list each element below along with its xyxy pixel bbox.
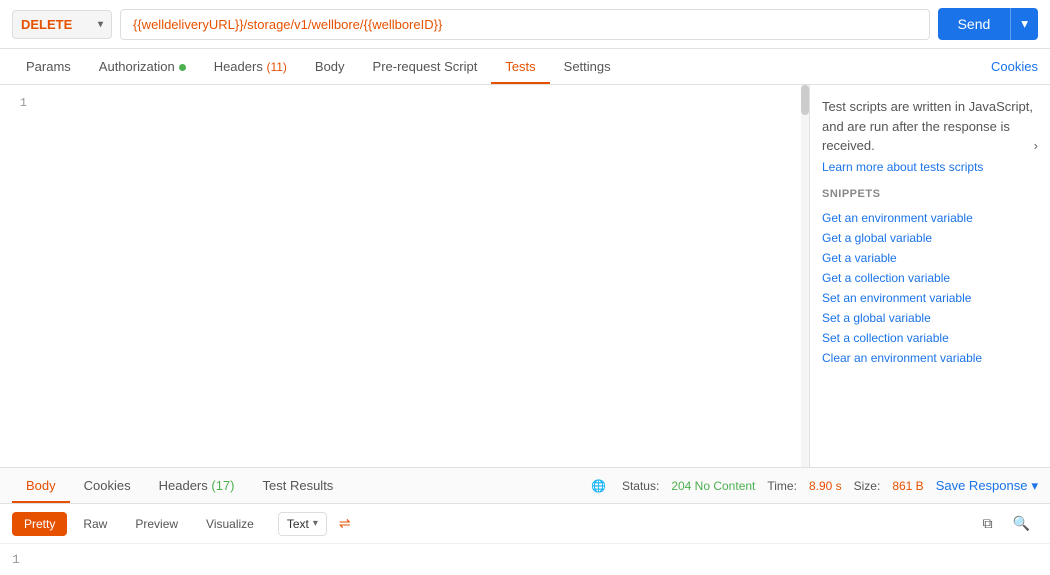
response-tab-headers[interactable]: Headers (17) bbox=[145, 468, 249, 503]
editor-line-numbers: 1 bbox=[0, 85, 35, 121]
format-raw-button[interactable]: Raw bbox=[71, 512, 119, 536]
save-response-button[interactable]: Save Response ▾ bbox=[936, 478, 1038, 494]
method-label: DELETE bbox=[21, 17, 72, 32]
time-label: Time: bbox=[767, 479, 797, 493]
snippet-clear-env-var[interactable]: Clear an environment variable bbox=[822, 348, 1038, 368]
snippet-set-env-var[interactable]: Set an environment variable bbox=[822, 288, 1038, 308]
editor-scrollbar-thumb bbox=[801, 85, 809, 115]
time-value: 8.90 s bbox=[809, 479, 842, 493]
test-editor[interactable]: 1 bbox=[0, 85, 810, 467]
main-content: 1 Test scripts are written in JavaScript… bbox=[0, 85, 1050, 467]
save-response-chevron-icon: ▾ bbox=[1031, 478, 1038, 494]
tab-body[interactable]: Body bbox=[301, 49, 359, 84]
snippet-set-collection-var[interactable]: Set a collection variable bbox=[822, 328, 1038, 348]
snippet-get-collection-var[interactable]: Get a collection variable bbox=[822, 268, 1038, 288]
wrap-lines-button[interactable]: ⇌ bbox=[331, 510, 359, 537]
status-label: Status: bbox=[622, 479, 659, 493]
format-preview-button[interactable]: Preview bbox=[123, 512, 190, 536]
response-line-number-1: 1 bbox=[12, 552, 24, 567]
response-tab-test-results[interactable]: Test Results bbox=[249, 468, 348, 503]
response-body-area: 1 bbox=[0, 544, 1050, 575]
snippets-learn-more-link[interactable]: Learn more about tests scripts bbox=[822, 160, 1038, 174]
snippet-get-global-var[interactable]: Get a global variable bbox=[822, 228, 1038, 248]
snippets-panel: Test scripts are written in JavaScript, … bbox=[810, 85, 1050, 467]
snippets-expand-icon[interactable]: › bbox=[1034, 136, 1038, 156]
send-button[interactable]: Send bbox=[938, 8, 1011, 40]
tab-tests[interactable]: Tests bbox=[491, 49, 549, 84]
cookies-link[interactable]: Cookies bbox=[991, 49, 1038, 84]
request-tabs: Params Authorization Headers (11) Body P… bbox=[0, 49, 1050, 85]
top-bar: DELETE ▾ Send ▾ bbox=[0, 0, 1050, 49]
snippet-get-variable[interactable]: Get a variable bbox=[822, 248, 1038, 268]
size-label: Size: bbox=[854, 479, 881, 493]
copy-response-button[interactable]: ⧉ bbox=[975, 510, 1001, 537]
tab-headers[interactable]: Headers (11) bbox=[200, 49, 301, 84]
method-chevron-icon: ▾ bbox=[98, 19, 103, 30]
authorization-dot bbox=[179, 64, 186, 71]
format-select-chevron-icon: ▾ bbox=[313, 518, 318, 529]
send-dropdown-button[interactable]: ▾ bbox=[1010, 8, 1038, 40]
method-selector[interactable]: DELETE ▾ bbox=[12, 10, 112, 39]
line-number-1: 1 bbox=[0, 93, 35, 113]
response-tab-body[interactable]: Body bbox=[12, 468, 70, 503]
editor-scrollbar[interactable] bbox=[801, 85, 809, 467]
tab-authorization[interactable]: Authorization bbox=[85, 49, 200, 84]
size-value: 861 B bbox=[892, 479, 923, 493]
tab-pre-request-script[interactable]: Pre-request Script bbox=[359, 49, 492, 84]
snippets-description: Test scripts are written in JavaScript, … bbox=[822, 97, 1038, 156]
format-toolbar: Pretty Raw Preview Visualize Text ▾ ⇌ ⧉ … bbox=[0, 504, 1050, 544]
url-input[interactable] bbox=[120, 9, 930, 40]
response-tab-cookies[interactable]: Cookies bbox=[70, 468, 145, 503]
search-response-button[interactable]: 🔍 bbox=[1005, 510, 1038, 537]
tab-settings[interactable]: Settings bbox=[550, 49, 625, 84]
globe-icon: 🌐 bbox=[591, 479, 606, 493]
snippet-set-global-var[interactable]: Set a global variable bbox=[822, 308, 1038, 328]
snippet-get-env-var[interactable]: Get an environment variable bbox=[822, 208, 1038, 228]
send-button-group: Send ▾ bbox=[938, 8, 1038, 40]
tab-params[interactable]: Params bbox=[12, 49, 85, 84]
response-meta: 🌐 Status: 204 No Content Time: 8.90 s Si… bbox=[591, 478, 1038, 494]
response-headers-badge: (17) bbox=[211, 478, 234, 493]
format-type-select[interactable]: Text ▾ bbox=[278, 512, 327, 536]
format-pretty-button[interactable]: Pretty bbox=[12, 512, 67, 536]
response-tabs-bar: Body Cookies Headers (17) Test Results 🌐… bbox=[0, 467, 1050, 504]
snippets-section-title: SNIPPETS bbox=[822, 188, 1038, 200]
headers-badge: (11) bbox=[266, 60, 286, 74]
editor-content-area[interactable] bbox=[35, 85, 809, 467]
format-visualize-button[interactable]: Visualize bbox=[194, 512, 266, 536]
status-value: 204 No Content bbox=[671, 479, 755, 493]
